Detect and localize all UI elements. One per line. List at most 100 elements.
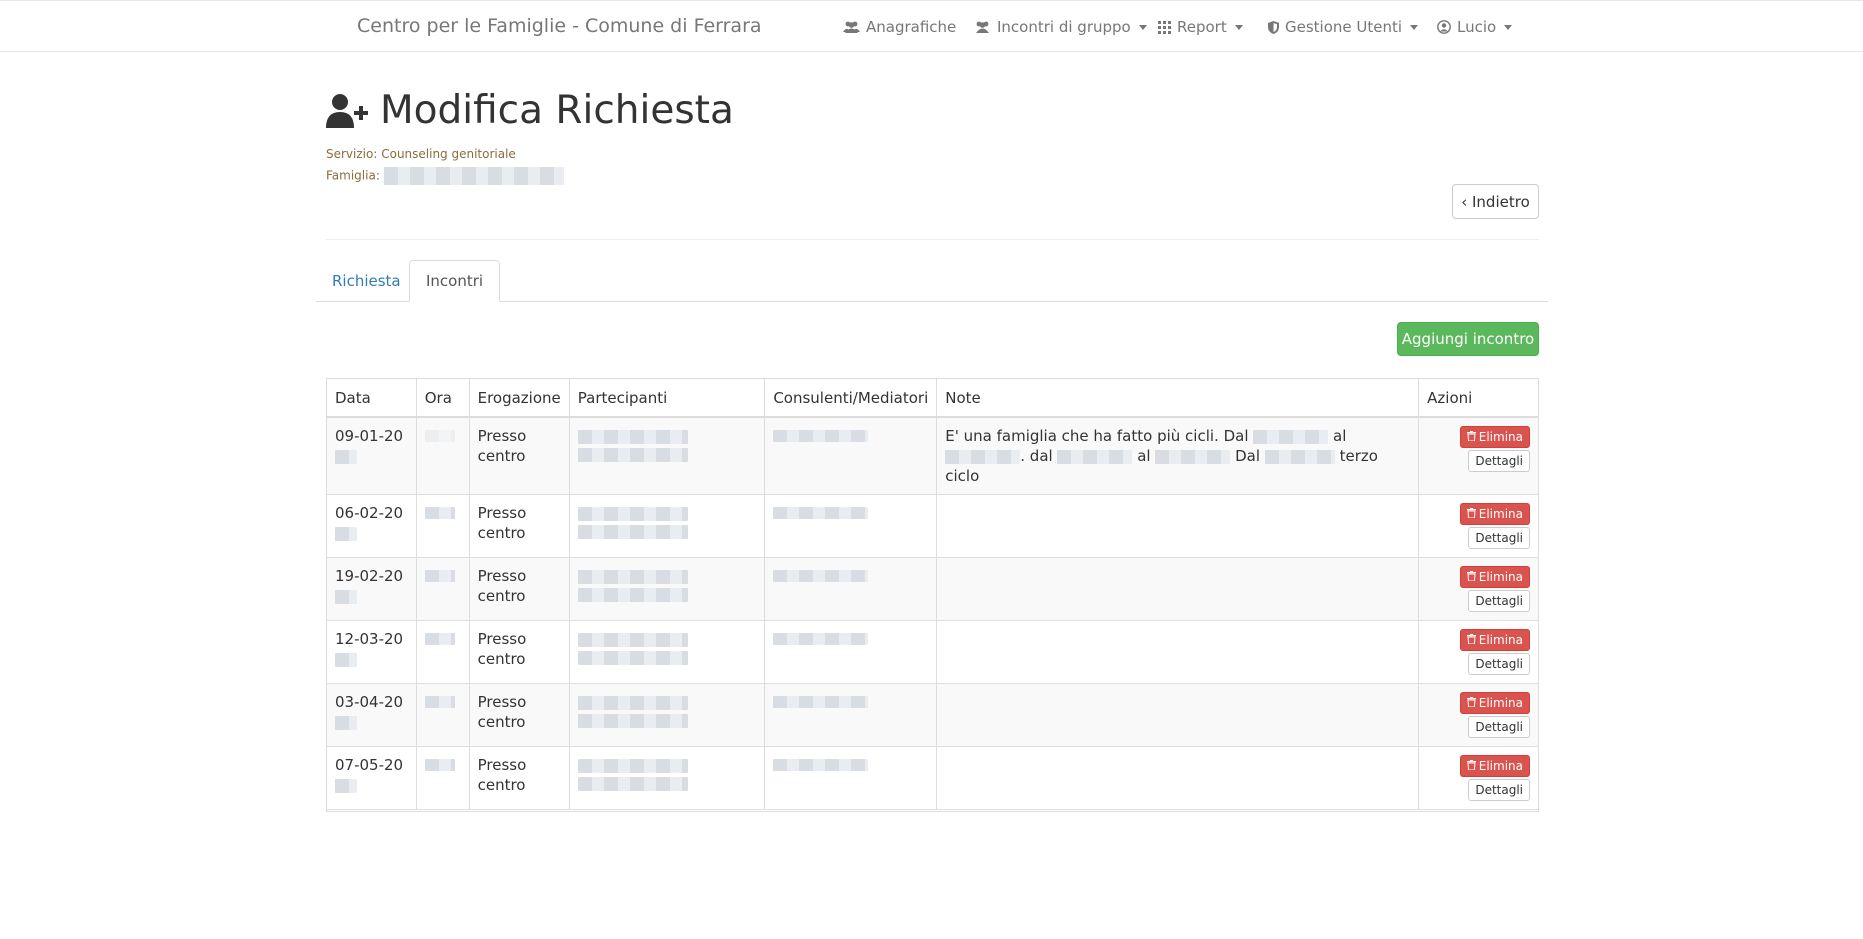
table-row: 12-03-20 Presso centro Elimina Dettagli <box>327 620 1538 684</box>
redacted <box>577 448 688 462</box>
trash-icon <box>1466 693 1476 713</box>
date-value: 06-02-20 <box>335 504 404 522</box>
cell-note <box>936 746 1420 810</box>
tab-richiesta[interactable]: Richiesta <box>316 260 417 302</box>
details-button[interactable]: Dettagli <box>1468 779 1530 801</box>
cell-azioni: Elimina Dettagli <box>1418 620 1538 684</box>
redacted <box>577 570 688 584</box>
delete-button[interactable]: Elimina <box>1459 755 1530 777</box>
delete-button[interactable]: Elimina <box>1459 692 1530 714</box>
nav-report-label: Report <box>1177 18 1227 36</box>
delete-button[interactable]: Elimina <box>1459 629 1530 651</box>
cell-data: 03-04-20 <box>327 683 417 747</box>
redacted <box>335 715 357 730</box>
redacted <box>577 777 688 791</box>
col-note[interactable]: Note <box>936 379 1420 418</box>
delete-label: Elimina <box>1478 570 1523 584</box>
redacted <box>577 525 688 539</box>
cell-erogazione: Presso centro <box>469 620 570 684</box>
trash-icon <box>1466 630 1476 650</box>
cell-partecipanti <box>569 620 766 684</box>
cell-data: 19-02-20 <box>327 557 417 621</box>
chevron-down-icon <box>1234 24 1243 30</box>
cell-consulenti <box>764 746 938 810</box>
table-row: 07-05-20 Presso centro Elimina Dettagli <box>327 746 1538 810</box>
famiglia-line: Famiglia: <box>326 167 564 185</box>
cell-partecipanti <box>569 557 766 621</box>
date-value: 12-03-20 <box>335 630 404 648</box>
details-button[interactable]: Dettagli <box>1468 450 1530 472</box>
redacted <box>773 507 869 519</box>
cell-partecipanti <box>569 683 766 747</box>
details-button[interactable]: Dettagli <box>1468 590 1530 612</box>
tab-incontri[interactable]: Incontri <box>409 260 501 302</box>
delete-label: Elimina <box>1478 759 1523 773</box>
brand-title[interactable]: Centro per le Famiglie - Comune di Ferra… <box>357 15 762 37</box>
user-plus-icon <box>326 93 370 129</box>
redacted <box>773 570 869 582</box>
redacted <box>335 449 357 464</box>
details-button[interactable]: Dettagli <box>1468 653 1530 675</box>
cell-ora <box>416 746 470 810</box>
redacted <box>945 449 1021 464</box>
cell-partecipanti <box>569 746 766 810</box>
back-button[interactable]: ‹ Indietro <box>1452 184 1539 219</box>
nav-report[interactable]: Report <box>1158 18 1243 36</box>
col-partecipanti[interactable]: Partecipanti <box>569 379 766 418</box>
trash-icon <box>1466 504 1476 524</box>
cell-erogazione: Presso centro <box>469 417 570 495</box>
nav-gestione-utenti[interactable]: Gestione Utenti <box>1268 18 1419 36</box>
cell-partecipanti <box>569 417 766 495</box>
nav-anagrafiche[interactable]: Anagrafiche <box>843 18 956 36</box>
delete-button[interactable]: Elimina <box>1459 503 1530 525</box>
nav-incontri-di-gruppo[interactable]: Incontri di gruppo <box>974 18 1147 36</box>
user-circle-icon <box>1437 20 1451 34</box>
col-consulenti[interactable]: Consulenti/Mediatori <box>764 379 938 418</box>
redacted <box>1057 449 1133 464</box>
redacted <box>577 759 688 773</box>
add-incontro-button[interactable]: Aggiungi incontro <box>1397 322 1539 356</box>
cell-ora <box>416 683 470 747</box>
redacted-famiglia <box>383 167 564 185</box>
cell-data: 12-03-20 <box>327 620 417 684</box>
cell-erogazione: Presso centro <box>469 557 570 621</box>
col-data[interactable]: Data <box>327 379 417 418</box>
redacted <box>773 759 869 771</box>
page-title: Modifica Richiesta <box>380 88 734 133</box>
redacted <box>1264 449 1335 464</box>
delete-label: Elimina <box>1478 430 1523 444</box>
delete-button[interactable]: Elimina <box>1459 426 1530 448</box>
nav-user-menu[interactable]: Lucio <box>1437 18 1513 36</box>
col-azioni[interactable]: Azioni <box>1418 379 1538 418</box>
divider <box>326 239 1539 240</box>
redacted <box>335 652 357 667</box>
delete-button[interactable]: Elimina <box>1459 566 1530 588</box>
cell-note <box>936 494 1420 558</box>
cell-consulenti <box>764 620 938 684</box>
details-button[interactable]: Dettagli <box>1468 716 1530 738</box>
col-erogazione[interactable]: Erogazione <box>469 379 570 418</box>
cell-note <box>936 683 1420 747</box>
cell-azioni: Elimina Dettagli <box>1418 494 1538 558</box>
table-row: 19-02-20 Presso centro Elimina Dettagli <box>327 557 1538 621</box>
cell-consulenti <box>764 683 938 747</box>
date-value: 09-01-20 <box>335 427 404 445</box>
note-text: . dal <box>1020 447 1058 465</box>
servizio-value: Counseling genitoriale <box>381 147 516 161</box>
details-button[interactable]: Dettagli <box>1468 527 1530 549</box>
users-icon <box>974 21 991 34</box>
redacted <box>424 696 455 708</box>
col-ora[interactable]: Ora <box>416 379 470 418</box>
trash-icon <box>1466 427 1476 447</box>
servizio-label: Servizio: <box>326 147 378 161</box>
table-header: Data Ora Erogazione Partecipanti Consule… <box>327 379 1538 418</box>
cell-data: 07-05-20 <box>327 746 417 810</box>
chevron-down-icon <box>1138 24 1147 30</box>
cell-note: E' una famiglia che ha fatto più cicli. … <box>936 417 1420 495</box>
redacted <box>773 430 869 442</box>
redacted <box>424 570 455 582</box>
cell-ora <box>416 417 470 495</box>
cell-erogazione: Presso centro <box>469 494 570 558</box>
redacted <box>577 714 688 728</box>
redacted <box>773 633 869 645</box>
